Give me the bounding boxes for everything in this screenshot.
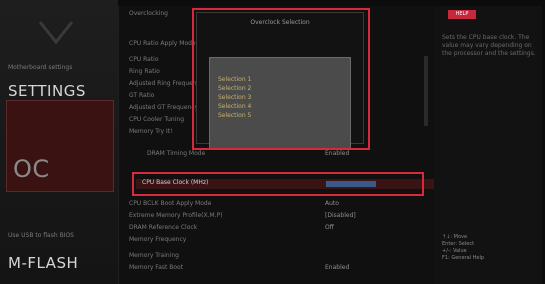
setting-row[interactable]: Memory Frequency [129,236,425,245]
setting-label: CPU BCLK Boot Apply Mode [129,200,212,207]
key-hint: F1: General Help [442,255,485,261]
setting-label: Adjusted GT Frequency [129,104,199,111]
setting-label: Adjusted Ring Frequency [129,80,204,87]
setting-value: Enabled [325,264,350,271]
sidebar-item-mflash[interactable]: Use USB to flash BIOS M-FLASH [6,228,112,278]
key-hint: Enter: Select [442,241,475,247]
sidebar-settings-title: SETTINGS [8,82,86,100]
setting-row[interactable]: DRAM Reference Clock Off [129,224,425,233]
setting-label: CPU Cooler Tuning [129,116,185,123]
scrollbar[interactable] [424,56,428,126]
option-item[interactable]: Selection 5 [218,112,251,119]
setting-value: [Disabled] [325,212,356,219]
sidebar-mflash-title: M-FLASH [8,254,79,272]
setting-label: Memory Fast Boot [129,264,184,271]
setting-row[interactable]: Memory Training [129,252,425,261]
sidebar-settings-subtitle: Motherboard settings [8,64,73,71]
dialog-title: Overclock Selection [250,19,310,26]
option-item[interactable]: Selection 3 [218,94,251,101]
msi-dragon-logo [38,21,74,45]
setting-label: Extreme Memory Profile(X.M.P) [129,212,223,219]
setting-label: Memory Frequency [129,236,187,243]
key-hint: +/-: Value [442,248,467,254]
setting-label: Ring Ratio [129,68,160,75]
tab-help[interactable]: HELP [448,10,476,19]
option-item[interactable]: Selection 4 [218,103,251,110]
setting-label: DRAM Reference Clock [129,224,198,231]
value-slider[interactable] [326,181,376,187]
sidebar-item-oc[interactable]: OC [6,100,114,192]
sidebar-oc-title: OC [13,155,50,183]
key-hint: ↑↓: Move [442,234,468,240]
setting-label: DRAM Timing Mode [147,150,206,157]
selection-dialog: Overclock Selection Selection 1 Selectio… [196,12,364,149]
sidebar: Motherboard settings SETTINGS OC Use USB… [0,0,118,284]
setting-label: CPU Ratio [129,56,159,63]
setting-label: CPU Base Clock (MHz) [142,179,209,186]
setting-value: Enabled [325,150,350,157]
setting-value: Off [325,224,334,231]
setting-row-highlighted[interactable]: CPU Base Clock (MHz) [136,179,434,189]
options-list: Selection 1 Selection 2 Selection 3 Sele… [209,57,351,149]
breadcrumb: Overclocking [129,10,168,17]
setting-row[interactable]: DRAM Timing Mode Enabled [147,150,425,159]
setting-row[interactable]: CPU BCLK Boot Apply Mode Auto [129,200,425,209]
setting-label: CPU Ratio Apply Mode [129,40,196,47]
option-item[interactable]: Selection 1 [218,76,251,83]
option-item[interactable]: Selection 2 [218,85,251,92]
setting-row[interactable]: Memory Fast Boot Enabled [129,264,425,273]
help-text: Sets the CPU base clock. The value may v… [442,34,536,57]
setting-value: Auto [325,200,339,207]
setting-row[interactable]: Extreme Memory Profile(X.M.P) [Disabled] [129,212,425,221]
setting-label: GT Ratio [129,92,155,99]
key-legend: ↑↓: Move Enter: Select +/-: Value F1: Ge… [442,234,536,262]
sidebar-mflash-subtitle: Use USB to flash BIOS [8,232,74,239]
setting-label: Memory Training [129,252,179,259]
setting-label: Memory Try It! [129,128,173,135]
help-panel: HELP Sets the CPU base clock. The value … [434,6,542,284]
